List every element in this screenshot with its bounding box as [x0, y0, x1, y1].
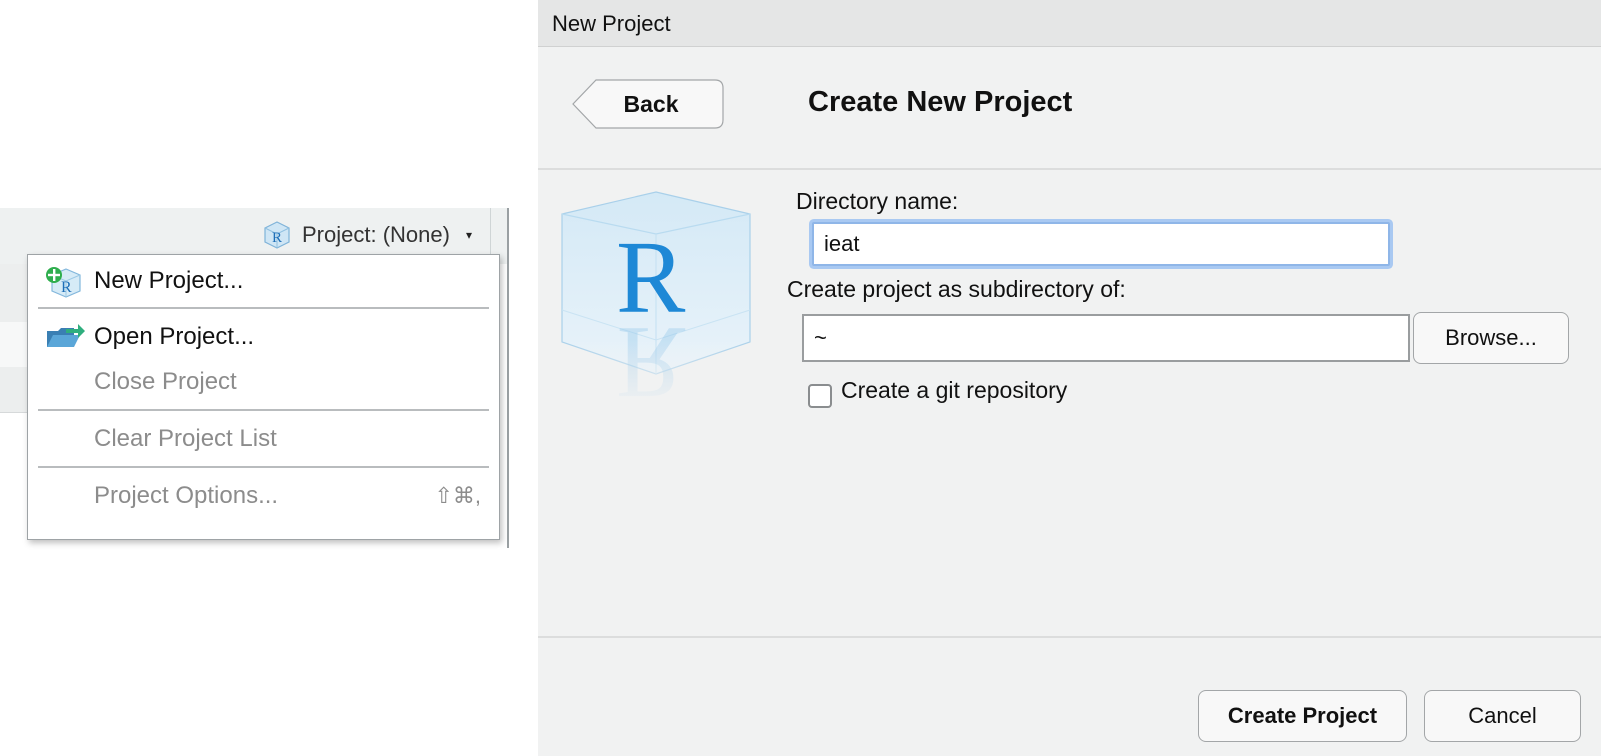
menu-item-new-project[interactable]: R New Project...: [28, 259, 499, 303]
menu-item-close-project[interactable]: Close Project: [28, 360, 499, 404]
menu-item-label: Clear Project List: [94, 425, 277, 452]
dialog-titlebar: New Project: [538, 0, 1601, 47]
back-button[interactable]: Back: [572, 79, 724, 129]
menu-item-shortcut: ⇧⌘,: [434, 483, 481, 508]
git-repository-checkbox[interactable]: [808, 384, 832, 408]
menu-item-open-project[interactable]: Open Project...: [28, 315, 499, 359]
menu-separator: [38, 466, 489, 468]
browse-button[interactable]: Browse...: [1413, 312, 1569, 364]
directory-name-input[interactable]: [812, 222, 1390, 266]
menu-item-label: Close Project: [94, 368, 237, 395]
header-divider: [538, 168, 1601, 170]
subdirectory-label: Create project as subdirectory of:: [787, 276, 1126, 302]
dialog-heading: Create New Project: [808, 86, 1073, 118]
menu-separator: [38, 409, 489, 411]
back-button-label: Back: [623, 91, 679, 117]
pane-divider: [507, 208, 509, 548]
svg-text:R: R: [272, 230, 282, 246]
menu-separator: [38, 307, 489, 309]
new-project-icon: R: [46, 267, 81, 298]
project-menu-label: Project: (None): [302, 222, 450, 247]
background-row: [0, 367, 30, 413]
dialog-window-title: New Project: [552, 11, 671, 36]
chevron-down-icon: ▾: [465, 228, 472, 242]
cancel-button[interactable]: Cancel: [1424, 690, 1581, 742]
directory-name-label: Directory name:: [796, 188, 959, 214]
menu-item-label: Open Project...: [94, 323, 255, 350]
r-project-icon: R: [264, 221, 290, 249]
menu-item-project-options[interactable]: Project Options... ⇧⌘,: [28, 474, 499, 518]
background-row: [0, 264, 30, 323]
create-project-button[interactable]: Create Project: [1198, 690, 1407, 742]
menu-item-label: New Project...: [94, 267, 244, 294]
subdirectory-input[interactable]: [802, 314, 1410, 362]
new-project-dialog: New Project Back Create New Project R R …: [538, 0, 1601, 756]
r-project-logo: R R: [558, 191, 754, 410]
open-project-icon: [47, 324, 85, 347]
svg-text:R: R: [61, 279, 72, 296]
footer-divider: [538, 636, 1601, 638]
project-menu-button[interactable]: R Project: (None) ▾: [262, 219, 472, 251]
menu-item-label: Project Options...: [94, 482, 279, 509]
git-repository-label: Create a git repository: [841, 377, 1068, 403]
project-dropdown-menu: R New Project... Open Project... Close P…: [27, 254, 500, 540]
background-row: [0, 322, 30, 368]
menu-item-clear-project-list[interactable]: Clear Project List: [28, 417, 499, 461]
